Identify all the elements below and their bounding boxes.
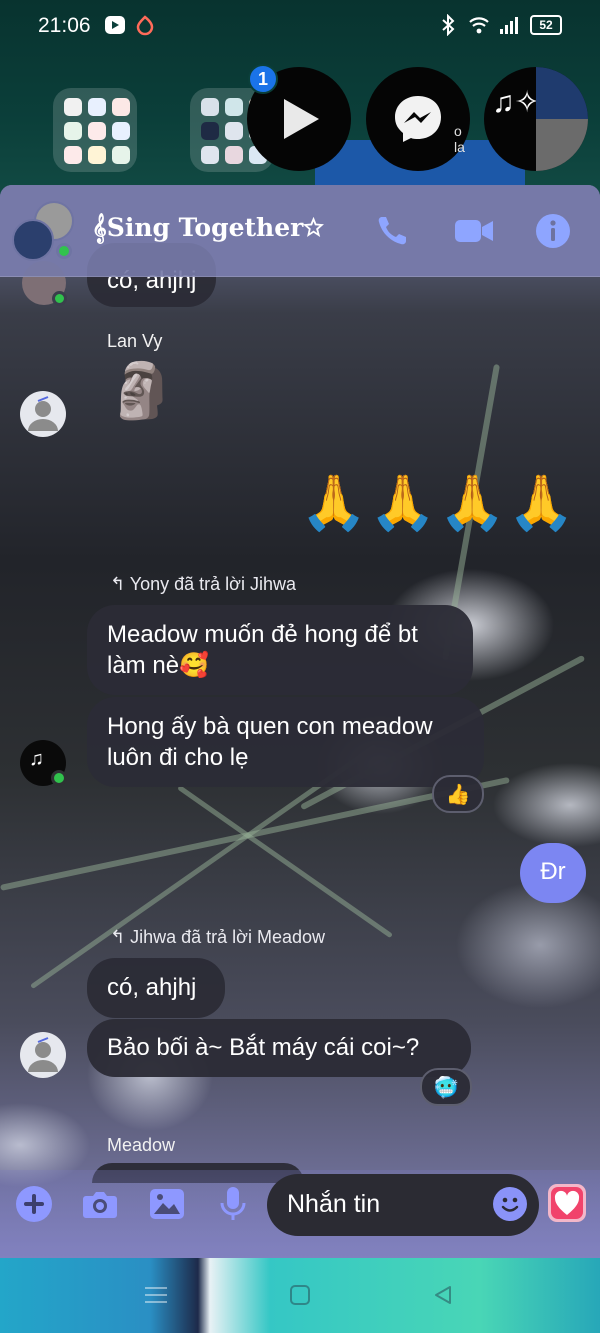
reaction-badge[interactable]: 🥶 [420,1068,472,1106]
message-composer: Nhắn tin [0,1170,600,1258]
avatar [12,219,54,261]
music-notes-icon: ♫ [29,748,44,770]
chat-title[interactable]: 𝄞Sing Together☆ [92,213,324,243]
reaction-badge[interactable]: 👍 [432,775,484,813]
online-indicator [56,243,72,259]
heart-icon[interactable] [547,1183,587,1223]
image-icon[interactable] [147,1184,187,1224]
smiley-icon[interactable] [493,1187,527,1221]
camera-icon[interactable] [80,1184,120,1224]
reply-label-text: Yony đã trả lời Jihwa [129,574,296,594]
bubble-badge: 1 [248,64,278,94]
sender-name: Lan Vy [107,331,163,351]
battery-indicator: 52 [530,15,562,35]
bubble-fragment-text: o la [454,123,465,155]
sender-name: Meadow [107,1135,176,1155]
avatar[interactable] [20,391,66,437]
signal-icon [500,17,518,34]
app-notification-icon [136,15,154,36]
message-bubble[interactable]: Meadow muốn đẻ hong để bt làm nè🥰 [87,605,473,695]
member-photo [536,67,588,119]
reply-arrow-icon: ↰ [110,574,130,594]
google-apps-folder[interactable] [53,88,137,172]
online-indicator [52,291,67,306]
chat-window: 𝄞Sing Together☆ có, ahjhj 𝄞Sing Together… [0,185,600,1258]
reply-label-text: Jihwa đã trả lời Meadow [130,927,325,947]
avatar[interactable] [20,1032,66,1078]
back-icon[interactable] [432,1284,454,1306]
message-bubble[interactable]: Bảo bối à~ Bắt máy cái coi~? [87,1019,471,1077]
outgoing-emoji-message[interactable]: 🙏🙏🙏🙏 [300,473,577,533]
play-icon [284,99,319,139]
member-photo [536,119,588,171]
microphone-icon[interactable] [213,1184,253,1224]
group-chat-bubble-head[interactable]: ♫✧ [484,67,588,171]
smiley-face [501,1197,519,1212]
default-avatar-icon [28,396,58,431]
plus-circle-icon[interactable] [14,1184,54,1224]
reply-indicator: ↰ Jihwa đã trả lời Meadow [110,927,325,948]
video-camera-icon[interactable] [454,213,494,249]
recent-apps-icon[interactable] [144,1284,168,1306]
online-indicator [51,770,67,786]
group-avatar[interactable] [12,201,76,261]
message-input[interactable]: Nhắn tin [267,1174,539,1236]
sticker-message[interactable]: 🗿 [108,361,175,421]
info-icon[interactable] [535,213,571,249]
default-avatar-icon [28,1037,58,1072]
status-bar: 21:06 52 [0,0,600,54]
reply-arrow-icon: ↰ [110,927,131,947]
bluetooth-icon [442,14,455,36]
message-bubble[interactable]: có, ahjhj [87,958,225,1018]
wifi-icon [469,17,489,34]
message-bubble[interactable]: Hong ấy bà quen con meadow luôn đi cho l… [87,697,484,787]
home-icon[interactable] [289,1284,311,1306]
home-screen-background: 21:06 52 1 o la ♫✧ [0,0,600,200]
messenger-bubble-head[interactable]: o la [366,67,470,171]
messenger-icon [395,96,441,142]
phone-icon[interactable] [374,213,410,249]
reply-indicator: ↰ Yony đã trả lời Jihwa [110,574,296,595]
message-input-placeholder: Nhắn tin [287,1190,381,1218]
media-notification-icon [105,16,125,34]
message-bubble[interactable]: có, ahjhj [87,243,217,307]
status-time: 21:06 [38,14,91,37]
outgoing-message-bubble[interactable]: Đr [520,843,586,903]
system-navigation-bar [0,1258,600,1333]
music-notes-icon: ♫✧ [492,86,540,119]
